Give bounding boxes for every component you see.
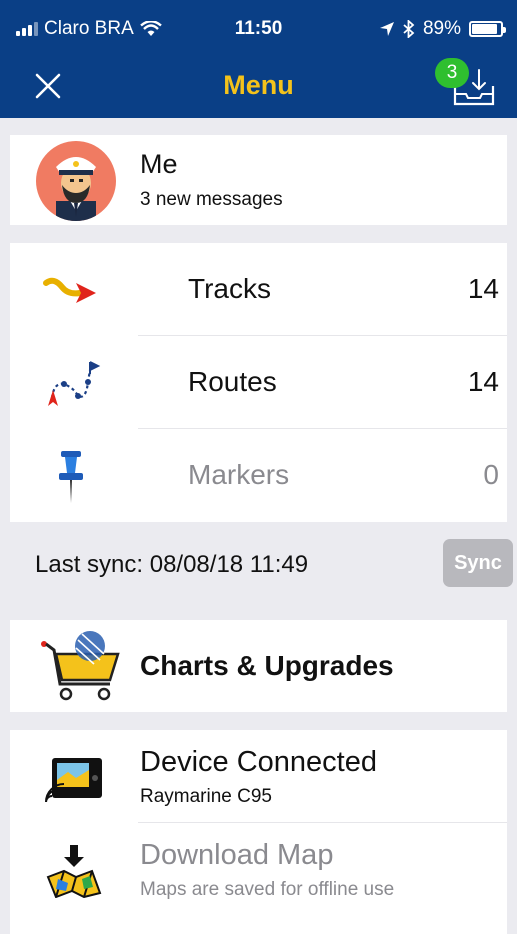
- battery-percent: 89%: [422, 18, 461, 39]
- battery-icon: [469, 21, 506, 37]
- tracks-count: 14: [467, 273, 499, 304]
- shopping-cart-chart-icon: [41, 631, 120, 701]
- nav-bar: Menu 3: [0, 58, 517, 118]
- download-map-icon: [46, 845, 102, 898]
- pushpin-icon: [59, 451, 83, 503]
- profile-row[interactable]: Me 3 new messages: [10, 135, 507, 225]
- markers-count: 0: [483, 459, 499, 490]
- location-arrow-icon: [379, 22, 394, 36]
- list-item-routes[interactable]: Routes 14: [10, 336, 507, 429]
- track-arrow-icon: [43, 277, 96, 303]
- inbox-badge: 3: [435, 58, 469, 88]
- status-right: 89%: [379, 18, 506, 40]
- device-section: Device Connected Raymarine C95 Download …: [10, 730, 507, 934]
- profile-messages: 3 new messages: [140, 189, 283, 210]
- profile-name: Me: [140, 149, 178, 179]
- device-name: Raymarine C95: [140, 786, 272, 807]
- status-bar: Claro BRA 11:50 89%: [0, 0, 517, 58]
- routes-count: 14: [467, 366, 499, 397]
- route-icon: [48, 361, 101, 406]
- sync-bar: Last sync: 08/08/18 11:49 Sync: [0, 537, 517, 593]
- last-sync-text: Last sync: 08/08/18 11:49: [35, 551, 309, 578]
- charts-upgrades-label: Charts & Upgrades: [140, 650, 394, 681]
- content-list: Tracks 14 Routes 14 Markers 0: [10, 243, 507, 522]
- sync-button[interactable]: Sync: [443, 539, 513, 587]
- download-map-row[interactable]: Download Map Maps are saved for offline …: [10, 823, 507, 916]
- device-connected-row[interactable]: Device Connected Raymarine C95: [10, 730, 507, 823]
- battery-fill: [472, 24, 497, 34]
- list-item-tracks[interactable]: Tracks 14: [10, 243, 507, 336]
- captain-avatar-icon: [36, 141, 116, 221]
- cast-device-icon: [45, 758, 102, 803]
- markers-label: Markers: [188, 459, 290, 490]
- charts-upgrades-row[interactable]: Charts & Upgrades: [10, 620, 507, 712]
- list-item-markers[interactable]: Markers 0: [10, 429, 507, 522]
- tracks-label: Tracks: [188, 273, 271, 304]
- device-connected-label: Device Connected: [140, 746, 377, 778]
- routes-label: Routes: [188, 366, 277, 397]
- download-map-subtitle: Maps are saved for offline use: [140, 879, 395, 900]
- bluetooth-icon: [403, 20, 415, 38]
- download-map-label: Download Map: [140, 839, 334, 871]
